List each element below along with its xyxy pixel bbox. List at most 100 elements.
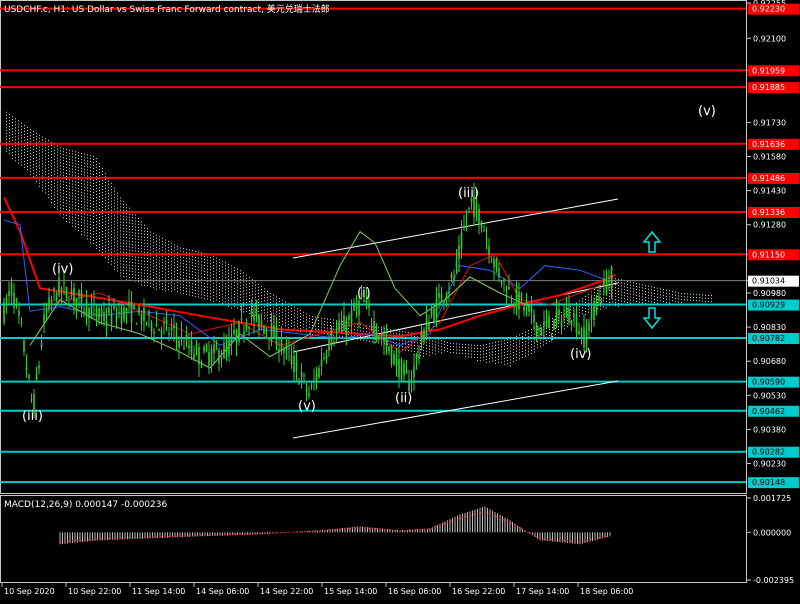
cloud-dot (84, 213, 85, 215)
cloud-dot (81, 191, 82, 193)
cloud-dot (39, 179, 40, 181)
cloud-dot (108, 192, 109, 194)
cloud-dot (66, 154, 67, 156)
candle-body (403, 363, 405, 375)
cloud-dot (138, 241, 139, 243)
cloud-dot (51, 186, 52, 188)
candle-body (30, 399, 33, 401)
cloud-dot (60, 153, 61, 155)
cloud-dot (66, 151, 67, 153)
cloud-dot (651, 295, 652, 297)
cloud-dot (21, 125, 22, 127)
cloud-dot (201, 282, 202, 284)
cloud-dot (432, 340, 433, 342)
cloud-dot (117, 258, 118, 260)
cloud-dot (129, 231, 130, 233)
cloud-dot (27, 133, 28, 135)
cloud-dot (36, 141, 37, 143)
cloud-dot (96, 158, 97, 160)
cloud-dot (240, 288, 241, 290)
cloud-dot (192, 262, 193, 264)
cloud-dot (150, 255, 151, 257)
cloud-dot (198, 278, 199, 280)
cloud-dot (633, 297, 634, 299)
cloud-dot (483, 353, 484, 355)
cloud-dot (6, 147, 7, 149)
candle-body (573, 314, 575, 316)
cloud-dot (555, 325, 556, 327)
cloud-dot (132, 214, 133, 216)
cloud-dot (234, 285, 235, 287)
cloud-dot (195, 274, 196, 276)
candle-body (323, 358, 325, 360)
cloud-dot (33, 155, 34, 157)
candle-body (290, 355, 293, 365)
cloud-dot (300, 325, 301, 327)
candle-body (555, 310, 558, 318)
cloud-dot (42, 136, 43, 138)
cloud-dot (168, 241, 169, 243)
cloud-dot (525, 349, 526, 351)
cloud-dot (210, 257, 211, 259)
cloud-dot (27, 160, 28, 162)
candle-body (393, 353, 395, 365)
cloud-dot (492, 351, 493, 353)
candle-body (268, 337, 270, 339)
cloud-dot (81, 179, 82, 181)
cloud-dot (69, 194, 70, 196)
cloud-dot (6, 120, 7, 122)
cloud-dot (96, 239, 97, 241)
cloud-dot (6, 117, 7, 119)
cloud-dot (177, 263, 178, 265)
cloud-dot (87, 205, 88, 207)
cloud-dot (60, 180, 61, 182)
chart-canvas[interactable]: (iv)(iii)(v)(i)(ii)(iii)(iv)(v) 0.922550… (0, 0, 800, 600)
cloud-dot (207, 274, 208, 276)
cloud-dot (72, 189, 73, 191)
candle-body (193, 353, 195, 359)
cloud-dot (192, 271, 193, 273)
candle-body (278, 349, 280, 353)
cloud-dot (135, 268, 136, 270)
cloud-dot (114, 229, 115, 231)
cloud-dot (42, 175, 43, 177)
cloud-dot (324, 333, 325, 335)
cloud-dot (609, 298, 610, 300)
candle-body (340, 322, 343, 326)
cloud-dot (171, 269, 172, 271)
cloud-dot (147, 261, 148, 263)
cloud-dot (105, 205, 106, 207)
time-tick-label: 10 Sep 2020 (4, 587, 55, 596)
cloud-dot (81, 158, 82, 160)
cloud-dot (87, 172, 88, 174)
cloud-dot (75, 199, 76, 201)
chart-window[interactable]: (iv)(iii)(v)(i)(ii)(iii)(iv)(v) 0.922550… (0, 0, 800, 600)
cloud-dot (534, 351, 535, 353)
candle-body (100, 308, 103, 317)
candle-body (158, 328, 160, 331)
cloud-dot (360, 327, 361, 329)
cloud-dot (204, 273, 205, 275)
candle-body (25, 367, 28, 371)
cloud-dot (138, 277, 139, 279)
cloud-dot (219, 295, 220, 297)
cloud-dot (192, 289, 193, 291)
cloud-dot (624, 292, 625, 294)
cloud-dot (159, 242, 160, 244)
cloud-dot (120, 197, 121, 199)
resistance-level-price-label: 0.91150 (752, 250, 785, 259)
cloud-dot (63, 163, 64, 165)
cloud-dot (150, 282, 151, 284)
cloud-dot (312, 322, 313, 324)
cloud-dot (18, 135, 19, 137)
cloud-dot (426, 353, 427, 355)
cloud-dot (72, 180, 73, 182)
cloud-dot (90, 197, 91, 199)
cloud-dot (396, 342, 397, 344)
cloud-dot (45, 156, 46, 158)
cloud-dot (147, 264, 148, 266)
support-level-price-label: 0.90148 (752, 478, 785, 487)
cloud-dot (495, 356, 496, 358)
cloud-dot (144, 248, 145, 250)
cloud-dot (168, 271, 169, 273)
